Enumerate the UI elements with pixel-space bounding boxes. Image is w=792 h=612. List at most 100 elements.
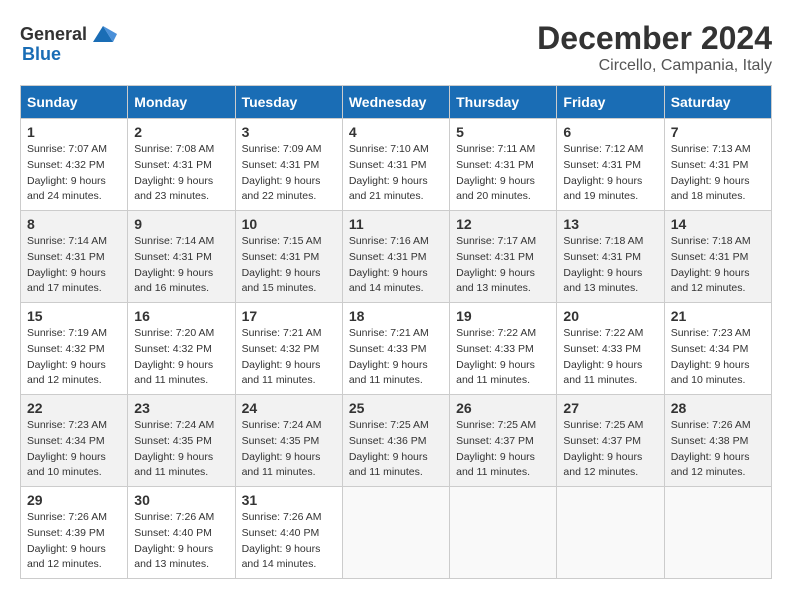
day-number: 7 [671,124,765,140]
calendar-week-row: 22 Sunrise: 7:23 AMSunset: 4:34 PMDayligh… [21,395,772,487]
day-info: Sunrise: 7:26 AMSunset: 4:40 PMDaylight:… [134,510,228,573]
day-number: 21 [671,308,765,324]
day-number: 6 [563,124,657,140]
day-number: 22 [27,400,121,416]
day-number: 3 [242,124,336,140]
day-number: 16 [134,308,228,324]
day-info: Sunrise: 7:25 AMSunset: 4:37 PMDaylight:… [563,418,657,481]
logo-general-text: General [20,24,87,45]
calendar-header-saturday: Saturday [664,86,771,119]
day-info: Sunrise: 7:21 AMSunset: 4:33 PMDaylight:… [349,326,443,389]
day-number: 15 [27,308,121,324]
calendar-day-cell: 24 Sunrise: 7:24 AMSunset: 4:35 PMDayligh… [235,395,342,487]
calendar-day-cell: 27 Sunrise: 7:25 AMSunset: 4:37 PMDayligh… [557,395,664,487]
day-number: 27 [563,400,657,416]
day-info: Sunrise: 7:17 AMSunset: 4:31 PMDaylight:… [456,234,550,297]
day-info: Sunrise: 7:11 AMSunset: 4:31 PMDaylight:… [456,142,550,205]
calendar-day-cell: 14 Sunrise: 7:18 AMSunset: 4:31 PMDayligh… [664,211,771,303]
logo-blue-text: Blue [22,44,61,65]
calendar-day-cell [342,487,449,579]
calendar-day-cell: 1 Sunrise: 7:07 AMSunset: 4:32 PMDaylight… [21,119,128,211]
day-number: 5 [456,124,550,140]
day-info: Sunrise: 7:24 AMSunset: 4:35 PMDaylight:… [242,418,336,481]
calendar-week-row: 1 Sunrise: 7:07 AMSunset: 4:32 PMDaylight… [21,119,772,211]
calendar-day-cell [557,487,664,579]
day-number: 19 [456,308,550,324]
calendar-week-row: 8 Sunrise: 7:14 AMSunset: 4:31 PMDaylight… [21,211,772,303]
day-number: 23 [134,400,228,416]
day-number: 25 [349,400,443,416]
calendar-day-cell: 29Sunrise: 7:26 AMSunset: 4:39 PMDayligh… [21,487,128,579]
calendar-day-cell: 16 Sunrise: 7:20 AMSunset: 4:32 PMDayligh… [128,303,235,395]
day-number: 8 [27,216,121,232]
day-number: 12 [456,216,550,232]
calendar-header-tuesday: Tuesday [235,86,342,119]
calendar-table: SundayMondayTuesdayWednesdayThursdayFrid… [20,85,772,579]
day-number: 2 [134,124,228,140]
calendar-day-cell: 28 Sunrise: 7:26 AMSunset: 4:38 PMDayligh… [664,395,771,487]
calendar-header-row: SundayMondayTuesdayWednesdayThursdayFrid… [21,86,772,119]
day-number: 20 [563,308,657,324]
day-info: Sunrise: 7:25 AMSunset: 4:37 PMDaylight:… [456,418,550,481]
day-info: Sunrise: 7:09 AMSunset: 4:31 PMDaylight:… [242,142,336,205]
month-title: December 2024 [537,20,772,57]
calendar-day-cell: 31Sunrise: 7:26 AMSunset: 4:40 PMDayligh… [235,487,342,579]
day-info: Sunrise: 7:26 AMSunset: 4:38 PMDaylight:… [671,418,765,481]
day-info: Sunrise: 7:15 AMSunset: 4:31 PMDaylight:… [242,234,336,297]
day-info: Sunrise: 7:22 AMSunset: 4:33 PMDaylight:… [456,326,550,389]
calendar-header-wednesday: Wednesday [342,86,449,119]
logo: General Blue [20,20,117,65]
day-number: 17 [242,308,336,324]
calendar-day-cell: 12 Sunrise: 7:17 AMSunset: 4:31 PMDayligh… [450,211,557,303]
calendar-day-cell: 4Sunrise: 7:10 AMSunset: 4:31 PMDaylight… [342,119,449,211]
calendar-day-cell: 6Sunrise: 7:12 AMSunset: 4:31 PMDaylight… [557,119,664,211]
day-number: 13 [563,216,657,232]
day-info: Sunrise: 7:24 AMSunset: 4:35 PMDaylight:… [134,418,228,481]
calendar-header-thursday: Thursday [450,86,557,119]
day-number: 1 [27,124,121,140]
calendar-day-cell: 18Sunrise: 7:21 AMSunset: 4:33 PMDayligh… [342,303,449,395]
calendar-day-cell: 23 Sunrise: 7:24 AMSunset: 4:35 PMDayligh… [128,395,235,487]
day-number: 24 [242,400,336,416]
calendar-day-cell: 10Sunrise: 7:15 AMSunset: 4:31 PMDayligh… [235,211,342,303]
calendar-day-cell: 17 Sunrise: 7:21 AMSunset: 4:32 PMDayligh… [235,303,342,395]
calendar-day-cell: 5 Sunrise: 7:11 AMSunset: 4:31 PMDaylight… [450,119,557,211]
day-info: Sunrise: 7:07 AMSunset: 4:32 PMDaylight:… [27,142,121,205]
day-info: Sunrise: 7:19 AMSunset: 4:32 PMDaylight:… [27,326,121,389]
header: General Blue December 2024 Circello, Cam… [20,20,772,75]
calendar-day-cell: 19 Sunrise: 7:22 AMSunset: 4:33 PMDayligh… [450,303,557,395]
day-number: 11 [349,216,443,232]
day-info: Sunrise: 7:13 AMSunset: 4:31 PMDaylight:… [671,142,765,205]
day-number: 14 [671,216,765,232]
calendar-day-cell: 7 Sunrise: 7:13 AMSunset: 4:31 PMDaylight… [664,119,771,211]
day-number: 9 [134,216,228,232]
calendar-day-cell: 26 Sunrise: 7:25 AMSunset: 4:37 PMDayligh… [450,395,557,487]
day-info: Sunrise: 7:16 AMSunset: 4:31 PMDaylight:… [349,234,443,297]
day-info: Sunrise: 7:22 AMSunset: 4:33 PMDaylight:… [563,326,657,389]
day-number: 28 [671,400,765,416]
calendar-day-cell [450,487,557,579]
title-area: December 2024 Circello, Campania, Italy [537,20,772,75]
day-info: Sunrise: 7:21 AMSunset: 4:32 PMDaylight:… [242,326,336,389]
day-info: Sunrise: 7:20 AMSunset: 4:32 PMDaylight:… [134,326,228,389]
calendar-week-row: 29Sunrise: 7:26 AMSunset: 4:39 PMDayligh… [21,487,772,579]
day-info: Sunrise: 7:14 AMSunset: 4:31 PMDaylight:… [134,234,228,297]
calendar-day-cell: 8 Sunrise: 7:14 AMSunset: 4:31 PMDaylight… [21,211,128,303]
calendar-day-cell: 11 Sunrise: 7:16 AMSunset: 4:31 PMDayligh… [342,211,449,303]
day-info: Sunrise: 7:14 AMSunset: 4:31 PMDaylight:… [27,234,121,297]
day-info: Sunrise: 7:18 AMSunset: 4:31 PMDaylight:… [671,234,765,297]
day-info: Sunrise: 7:18 AMSunset: 4:31 PMDaylight:… [563,234,657,297]
calendar-day-cell: 15 Sunrise: 7:19 AMSunset: 4:32 PMDayligh… [21,303,128,395]
calendar-week-row: 15 Sunrise: 7:19 AMSunset: 4:32 PMDayligh… [21,303,772,395]
day-info: Sunrise: 7:23 AMSunset: 4:34 PMDaylight:… [27,418,121,481]
calendar-day-cell: 13 Sunrise: 7:18 AMSunset: 4:31 PMDayligh… [557,211,664,303]
calendar-header-friday: Friday [557,86,664,119]
day-number: 30 [134,492,228,508]
day-number: 26 [456,400,550,416]
logo-icon [89,20,117,48]
day-info: Sunrise: 7:23 AMSunset: 4:34 PMDaylight:… [671,326,765,389]
day-info: Sunrise: 7:10 AMSunset: 4:31 PMDaylight:… [349,142,443,205]
calendar-day-cell: 3 Sunrise: 7:09 AMSunset: 4:31 PMDaylight… [235,119,342,211]
day-info: Sunrise: 7:25 AMSunset: 4:36 PMDaylight:… [349,418,443,481]
day-number: 31 [242,492,336,508]
